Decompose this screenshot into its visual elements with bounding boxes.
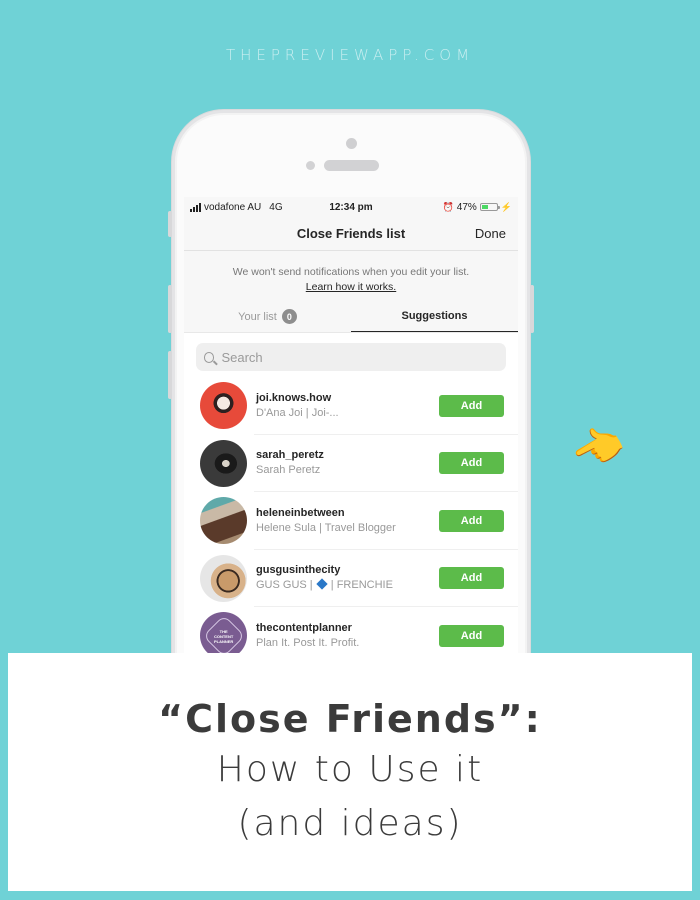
network-type: 4G [269, 201, 283, 213]
status-bar: vodafone AU 4G 12:34 pm ⏰ 47% ⚡ [184, 197, 518, 217]
tab-label: Suggestions [401, 310, 468, 322]
username: joi.knows.how [256, 391, 332, 404]
power-button [530, 285, 534, 333]
search-icon [204, 351, 215, 363]
avatar[interactable] [200, 497, 247, 545]
subheadline-line-2: (and ideas) [237, 803, 463, 844]
tab-label: Your list [238, 310, 277, 323]
add-button[interactable]: Add [439, 509, 504, 532]
volume-down-button [168, 351, 172, 399]
volume-up-button [168, 285, 172, 333]
proximity-sensor [306, 161, 315, 170]
tab-bar: Your list 0 Suggestions [184, 301, 518, 333]
avatar[interactable] [200, 382, 247, 430]
username: gusgusinthecity [256, 564, 341, 577]
avatar[interactable] [200, 439, 247, 487]
battery-icon [479, 203, 500, 211]
charging-icon: ⚡ [500, 201, 512, 212]
page-title: Close Friends list [296, 226, 406, 241]
add-button[interactable]: Add [439, 624, 504, 647]
battery-percent: 47% [456, 201, 477, 213]
suggestion-list: joi.knows.how D'Ana Joi | Joi-... Add sa… [184, 377, 518, 665]
subheadline-line-1: How to Use it [216, 749, 484, 790]
blue-diamond-icon [316, 578, 328, 590]
full-name: Helene Sula | Travel Blogger [256, 521, 396, 534]
list-item[interactable]: joi.knows.how D'Ana Joi | Joi-... Add [184, 377, 518, 435]
username: sarah_peretz [256, 449, 324, 462]
notice-text: We won't send notifications when you edi… [232, 266, 470, 278]
front-camera [346, 138, 357, 149]
avatar-logo-text: THE CONTENT PLANNER [213, 628, 234, 644]
full-name-part: GUS GUS | [256, 579, 313, 592]
mute-switch [168, 211, 172, 237]
username: thecontentplanner [256, 621, 352, 634]
full-name: D'Ana Joi | Joi-... [256, 406, 339, 419]
list-item[interactable]: gusgusinthecity GUS GUS | | FRENCHIE Add [184, 550, 518, 608]
full-name: Sarah Peretz [256, 464, 321, 477]
phone-mockup: vodafone AU 4G 12:34 pm ⏰ 47% ⚡ Close Fr… [168, 110, 534, 737]
carrier-name: vodafone AU [204, 201, 262, 213]
list-item[interactable]: heleneinbetween Helene Sula | Travel Blo… [184, 492, 518, 550]
tab-your-list[interactable]: Your list 0 [184, 301, 351, 332]
list-item[interactable]: sarah_peretz Sarah Peretz Add [184, 435, 518, 493]
full-name: GUS GUS | | FRENCHIE [256, 578, 439, 593]
nav-bar: Close Friends list Done [184, 217, 518, 251]
done-button[interactable]: Done [475, 226, 506, 241]
tab-suggestions[interactable]: Suggestions [351, 301, 518, 332]
add-button[interactable]: Add [439, 452, 504, 475]
avatar[interactable] [200, 554, 247, 602]
count-badge: 0 [281, 309, 297, 324]
headline: “Close Friends”: [158, 697, 542, 741]
username: heleneinbetween [256, 506, 345, 519]
notice: We won't send notifications when you edi… [184, 251, 518, 301]
earpiece-speaker [324, 160, 379, 171]
title-card: “Close Friends”: How to Use it (and idea… [8, 653, 692, 891]
search-bar[interactable] [196, 343, 506, 371]
alarm-icon: ⏰ [442, 201, 454, 212]
search-input[interactable] [221, 349, 498, 365]
full-name: Plan It. Post It. Profit. [256, 636, 360, 649]
full-name-part: | FRENCHIE [330, 579, 393, 592]
learn-more-link[interactable]: Learn how it works. [306, 281, 396, 293]
site-url: THEPREVIEWAPP.COM [225, 46, 475, 64]
signal-icon [190, 202, 201, 212]
add-button[interactable]: Add [439, 394, 504, 417]
add-button[interactable]: Add [439, 567, 504, 590]
pointing-hand-icon: 👈 [563, 415, 633, 483]
